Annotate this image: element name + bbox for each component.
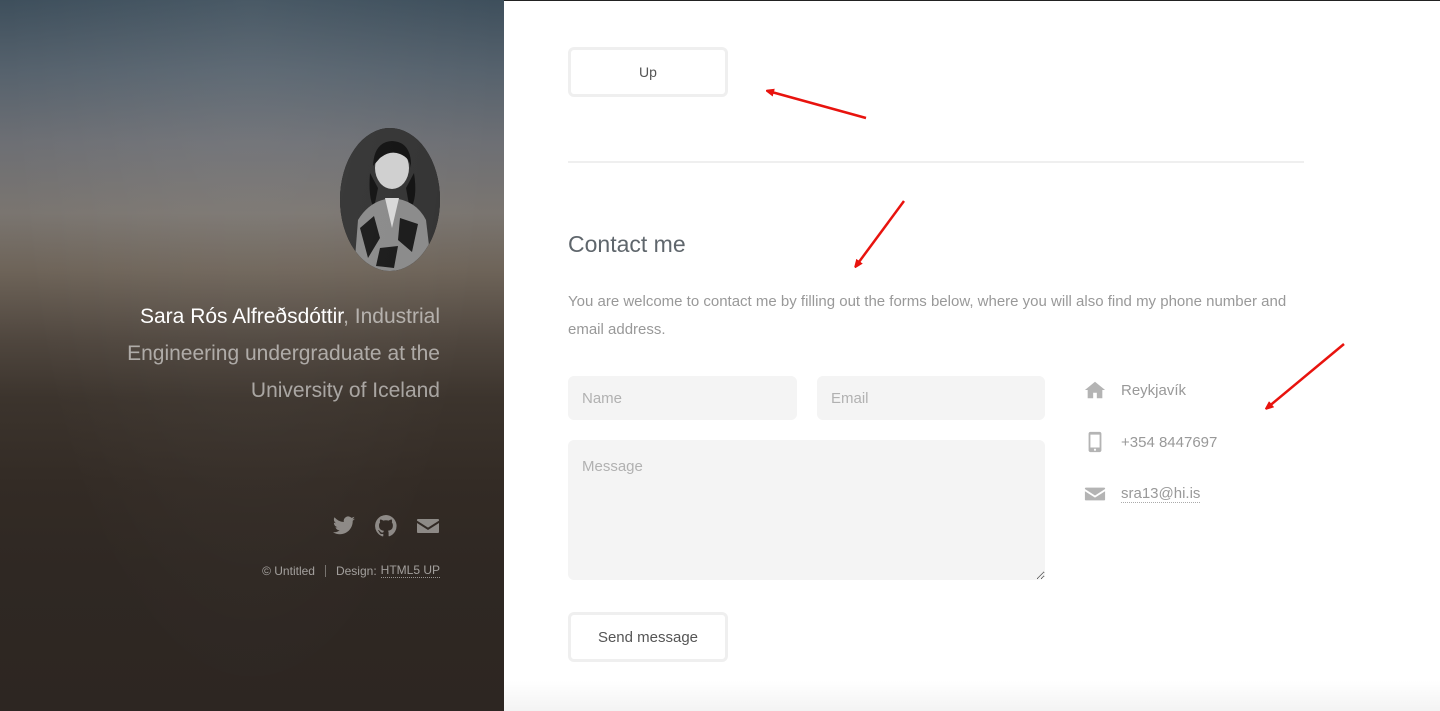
- profile-photo: [340, 128, 440, 271]
- footer-copyright: © Untitled Design: HTML5 UP: [262, 563, 440, 578]
- name-input[interactable]: [568, 376, 797, 420]
- contact-email: sra13@hi.is: [1084, 483, 1201, 505]
- avatar: [340, 128, 440, 271]
- design-label: Design:: [335, 563, 377, 578]
- contact-heading: Contact me: [568, 231, 686, 257]
- main-content: Up Contact me You are welcome to contact…: [504, 0, 1440, 711]
- github-icon[interactable]: [374, 514, 398, 538]
- envelope-icon[interactable]: [416, 514, 440, 538]
- twitter-icon[interactable]: [332, 514, 356, 538]
- design-credit-link[interactable]: HTML5 UP: [380, 563, 440, 578]
- footer-divider: [324, 564, 326, 577]
- bottom-shadow: [504, 681, 1440, 711]
- contact-description: You are welcome to contact me by filling…: [568, 293, 1287, 338]
- email-link[interactable]: sra13@hi.is: [1121, 485, 1201, 503]
- up-button[interactable]: Up: [568, 47, 728, 97]
- city-text: Reykjavík: [1121, 381, 1187, 399]
- contact-phone: +354 8447697: [1084, 431, 1217, 453]
- phone-text: +354 8447697: [1121, 433, 1218, 451]
- email-input[interactable]: [817, 376, 1045, 420]
- sidebar: Sara Rós Alfreðsdóttir, Industrial Engin…: [0, 0, 504, 711]
- intro-text: Sara Rós Alfreðsdóttir, Industrial Engin…: [100, 298, 440, 409]
- social-links: [332, 514, 440, 538]
- send-message-button[interactable]: Send message: [568, 612, 728, 662]
- message-textarea[interactable]: [568, 440, 1045, 580]
- envelope-icon: [1084, 483, 1106, 505]
- owner-name: Sara Rós Alfreðsdóttir: [140, 305, 344, 328]
- copyright-text: © Untitled: [262, 563, 315, 578]
- section-divider: [568, 161, 1304, 163]
- contact-location: Reykjavík: [1084, 379, 1186, 401]
- mobile-phone-icon: [1084, 431, 1106, 453]
- home-icon: [1084, 379, 1106, 401]
